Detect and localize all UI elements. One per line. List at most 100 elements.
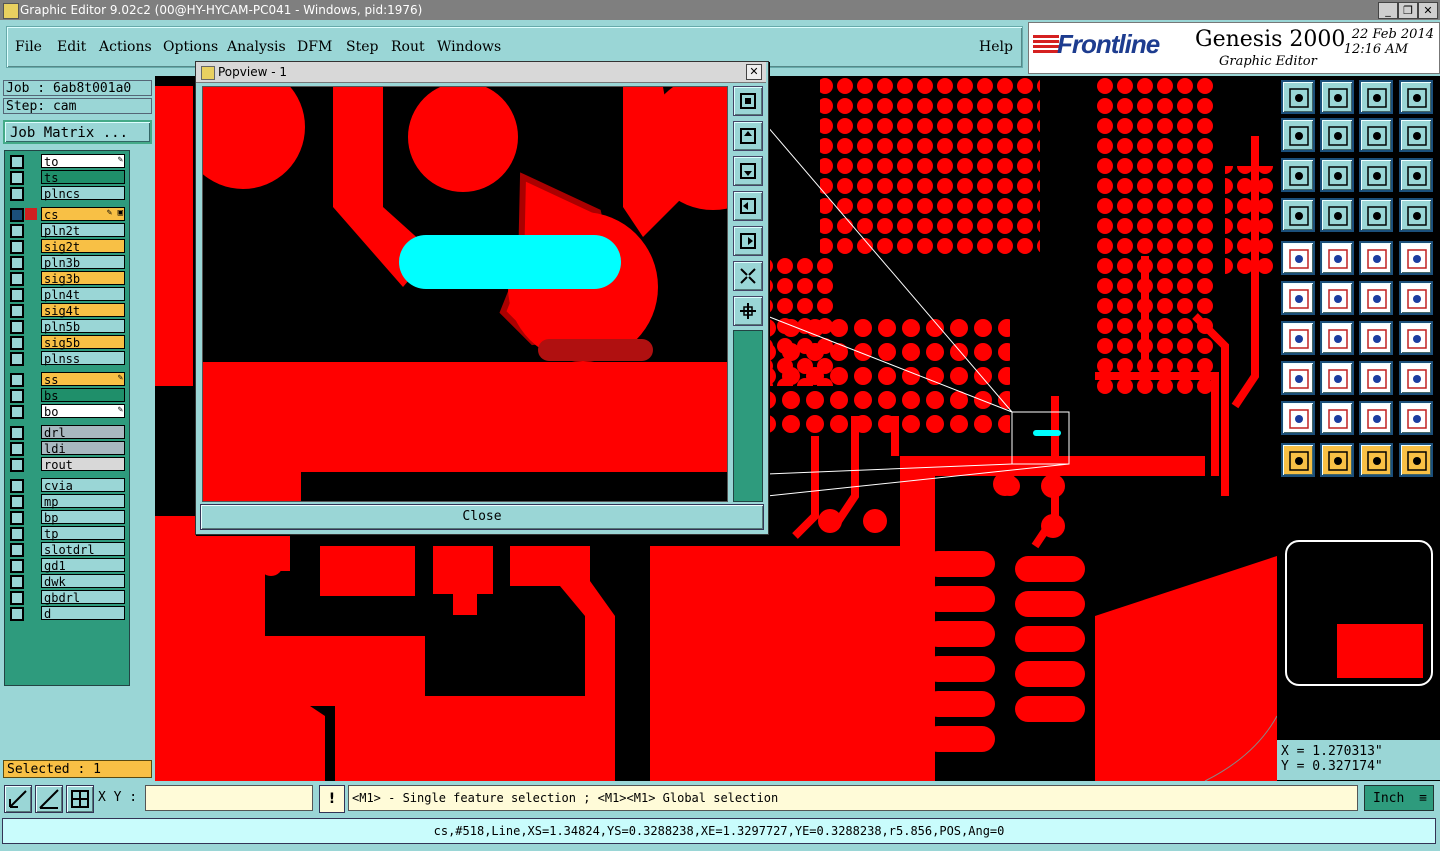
layer-row-cs[interactable]: cs ✎ ▣ — [7, 207, 127, 222]
add-line-icon[interactable] — [1320, 241, 1354, 275]
minimap[interactable] — [1285, 540, 1433, 686]
layer-checkbox[interactable] — [10, 543, 24, 557]
layer-row-plnss[interactable]: plnss — [7, 351, 127, 366]
layer-checkbox[interactable] — [10, 256, 24, 270]
layer-checkbox[interactable] — [10, 352, 24, 366]
layer-row-mp[interactable]: mp — [7, 494, 127, 509]
layer-row-sig5b[interactable]: sig5b — [7, 335, 127, 350]
window-close-button[interactable]: ✕ — [1418, 2, 1438, 19]
triangle-icon[interactable] — [1281, 401, 1315, 435]
layer-checkbox[interactable] — [10, 240, 24, 254]
zoom-home-icon[interactable] — [1281, 80, 1315, 114]
help-icon[interactable] — [1399, 158, 1433, 192]
stretch-icon[interactable] — [1320, 361, 1354, 395]
menu-options[interactable]: Options — [163, 39, 218, 55]
snake-icon[interactable] — [1399, 118, 1433, 152]
home-icon[interactable] — [1359, 80, 1393, 114]
job-matrix-button[interactable]: Job Matrix ... — [3, 120, 152, 144]
layer-row-tp[interactable]: tp — [7, 526, 127, 541]
layer-row-pln3b[interactable]: pln3b — [7, 255, 127, 270]
layer-row-slotdrl[interactable]: slotdrl — [7, 542, 127, 557]
layer-checkbox[interactable] — [10, 155, 24, 169]
arch-icon[interactable] — [1320, 401, 1354, 435]
menu-help[interactable]: Help — [979, 39, 1013, 55]
popview-pan-down-button[interactable] — [733, 156, 763, 186]
layer-select-icon[interactable] — [1399, 198, 1433, 232]
grid-icon[interactable] — [1320, 198, 1354, 232]
menu-edit[interactable]: Edit — [57, 39, 86, 55]
layer-row-sig3b[interactable]: sig3b — [7, 271, 127, 286]
popview-canvas[interactable] — [202, 86, 728, 502]
layer-checkbox[interactable] — [10, 591, 24, 605]
layer-row-bo[interactable]: bo ✎ — [7, 404, 127, 419]
layer-checkbox[interactable] — [10, 224, 24, 238]
maximize-button[interactable]: ❐ — [1398, 2, 1418, 19]
clear-icon[interactable] — [1281, 198, 1315, 232]
zoom-reset-icon[interactable] — [1320, 80, 1354, 114]
layer-row-to[interactable]: to ✎ — [7, 154, 127, 169]
pointer-select-icon[interactable] — [1320, 443, 1354, 477]
measure-icon[interactable] — [35, 785, 63, 813]
pointer-edit-icon[interactable] — [1359, 443, 1393, 477]
popview-scrollbar[interactable] — [733, 330, 763, 502]
pan-right-icon[interactable] — [1320, 118, 1354, 152]
layer-checkbox[interactable] — [10, 304, 24, 318]
redraw-icon[interactable] — [1359, 118, 1393, 152]
line-draw-icon[interactable] — [1320, 321, 1354, 355]
layer-row-bs[interactable]: bs — [7, 388, 127, 403]
layer-checkbox[interactable] — [10, 272, 24, 286]
add-pad-icon[interactable] — [1281, 241, 1315, 275]
layer-row-pln5b[interactable]: pln5b — [7, 319, 127, 334]
layer-checkbox[interactable] — [10, 527, 24, 541]
menu-actions[interactable]: Actions — [99, 39, 152, 55]
layer-checkbox[interactable] — [10, 389, 24, 403]
layer-checkbox[interactable] — [10, 442, 24, 456]
zoom-fit-icon[interactable] — [1281, 158, 1315, 192]
layer-row-pln4t[interactable]: pln4t — [7, 287, 127, 302]
connect-icon[interactable] — [1281, 281, 1315, 315]
units-selector[interactable]: Inch ≡ — [1364, 785, 1434, 811]
layer-checkbox[interactable] — [10, 336, 24, 350]
xy-input[interactable] — [145, 785, 313, 811]
popview-close-button[interactable]: Close — [200, 504, 764, 530]
move-icon[interactable] — [1359, 281, 1393, 315]
text-icon[interactable] — [1399, 321, 1433, 355]
layer-row-pln2t[interactable]: pln2t — [7, 223, 127, 238]
layer-checkbox[interactable] — [10, 208, 24, 222]
ruler-icon[interactable] — [1359, 241, 1393, 275]
layer-checkbox[interactable] — [10, 575, 24, 589]
popview-close-icon[interactable]: ✕ — [746, 64, 762, 80]
zoom-center-icon[interactable] — [1320, 158, 1354, 192]
delete-icon[interactable] — [1320, 281, 1354, 315]
layer-checkbox[interactable] — [10, 171, 24, 185]
grid-snap-icon[interactable] — [66, 785, 94, 813]
pad-snap-icon[interactable] — [1281, 361, 1315, 395]
layer-checkbox[interactable] — [10, 495, 24, 509]
menu-step[interactable]: Step — [346, 39, 378, 55]
popview-zoom-in-button[interactable] — [733, 296, 763, 326]
copy-icon[interactable] — [1399, 281, 1433, 315]
layer-row-sig4t[interactable]: sig4t — [7, 303, 127, 318]
window-icon[interactable] — [1399, 80, 1433, 114]
select-area-icon[interactable] — [1399, 241, 1433, 275]
popview-pan-right-button[interactable] — [733, 226, 763, 256]
layer-edit-icon[interactable] — [1359, 198, 1393, 232]
layer-checkbox[interactable] — [10, 426, 24, 440]
layer-checkbox[interactable] — [10, 479, 24, 493]
layer-row-rout[interactable]: rout — [7, 457, 127, 472]
layer-row-ss[interactable]: ss ✎ — [7, 372, 127, 387]
line-angle-icon[interactable] — [1281, 321, 1315, 355]
layer-row-bp[interactable]: bp — [7, 510, 127, 525]
layer-checkbox[interactable] — [10, 320, 24, 334]
layer-row-drl[interactable]: drl — [7, 425, 127, 440]
menu-analysis[interactable]: Analysis — [227, 39, 286, 55]
pointer-icon[interactable] — [1281, 443, 1315, 477]
snap-icon[interactable] — [4, 785, 32, 813]
menu-dfm[interactable]: DFM — [297, 39, 332, 55]
layer-row-ldi[interactable]: ldi — [7, 441, 127, 456]
resize-icon[interactable] — [1359, 361, 1393, 395]
pan-left-icon[interactable] — [1281, 118, 1315, 152]
layer-checkbox[interactable] — [10, 458, 24, 472]
layer-checkbox[interactable] — [10, 405, 24, 419]
layer-checkbox[interactable] — [10, 511, 24, 525]
